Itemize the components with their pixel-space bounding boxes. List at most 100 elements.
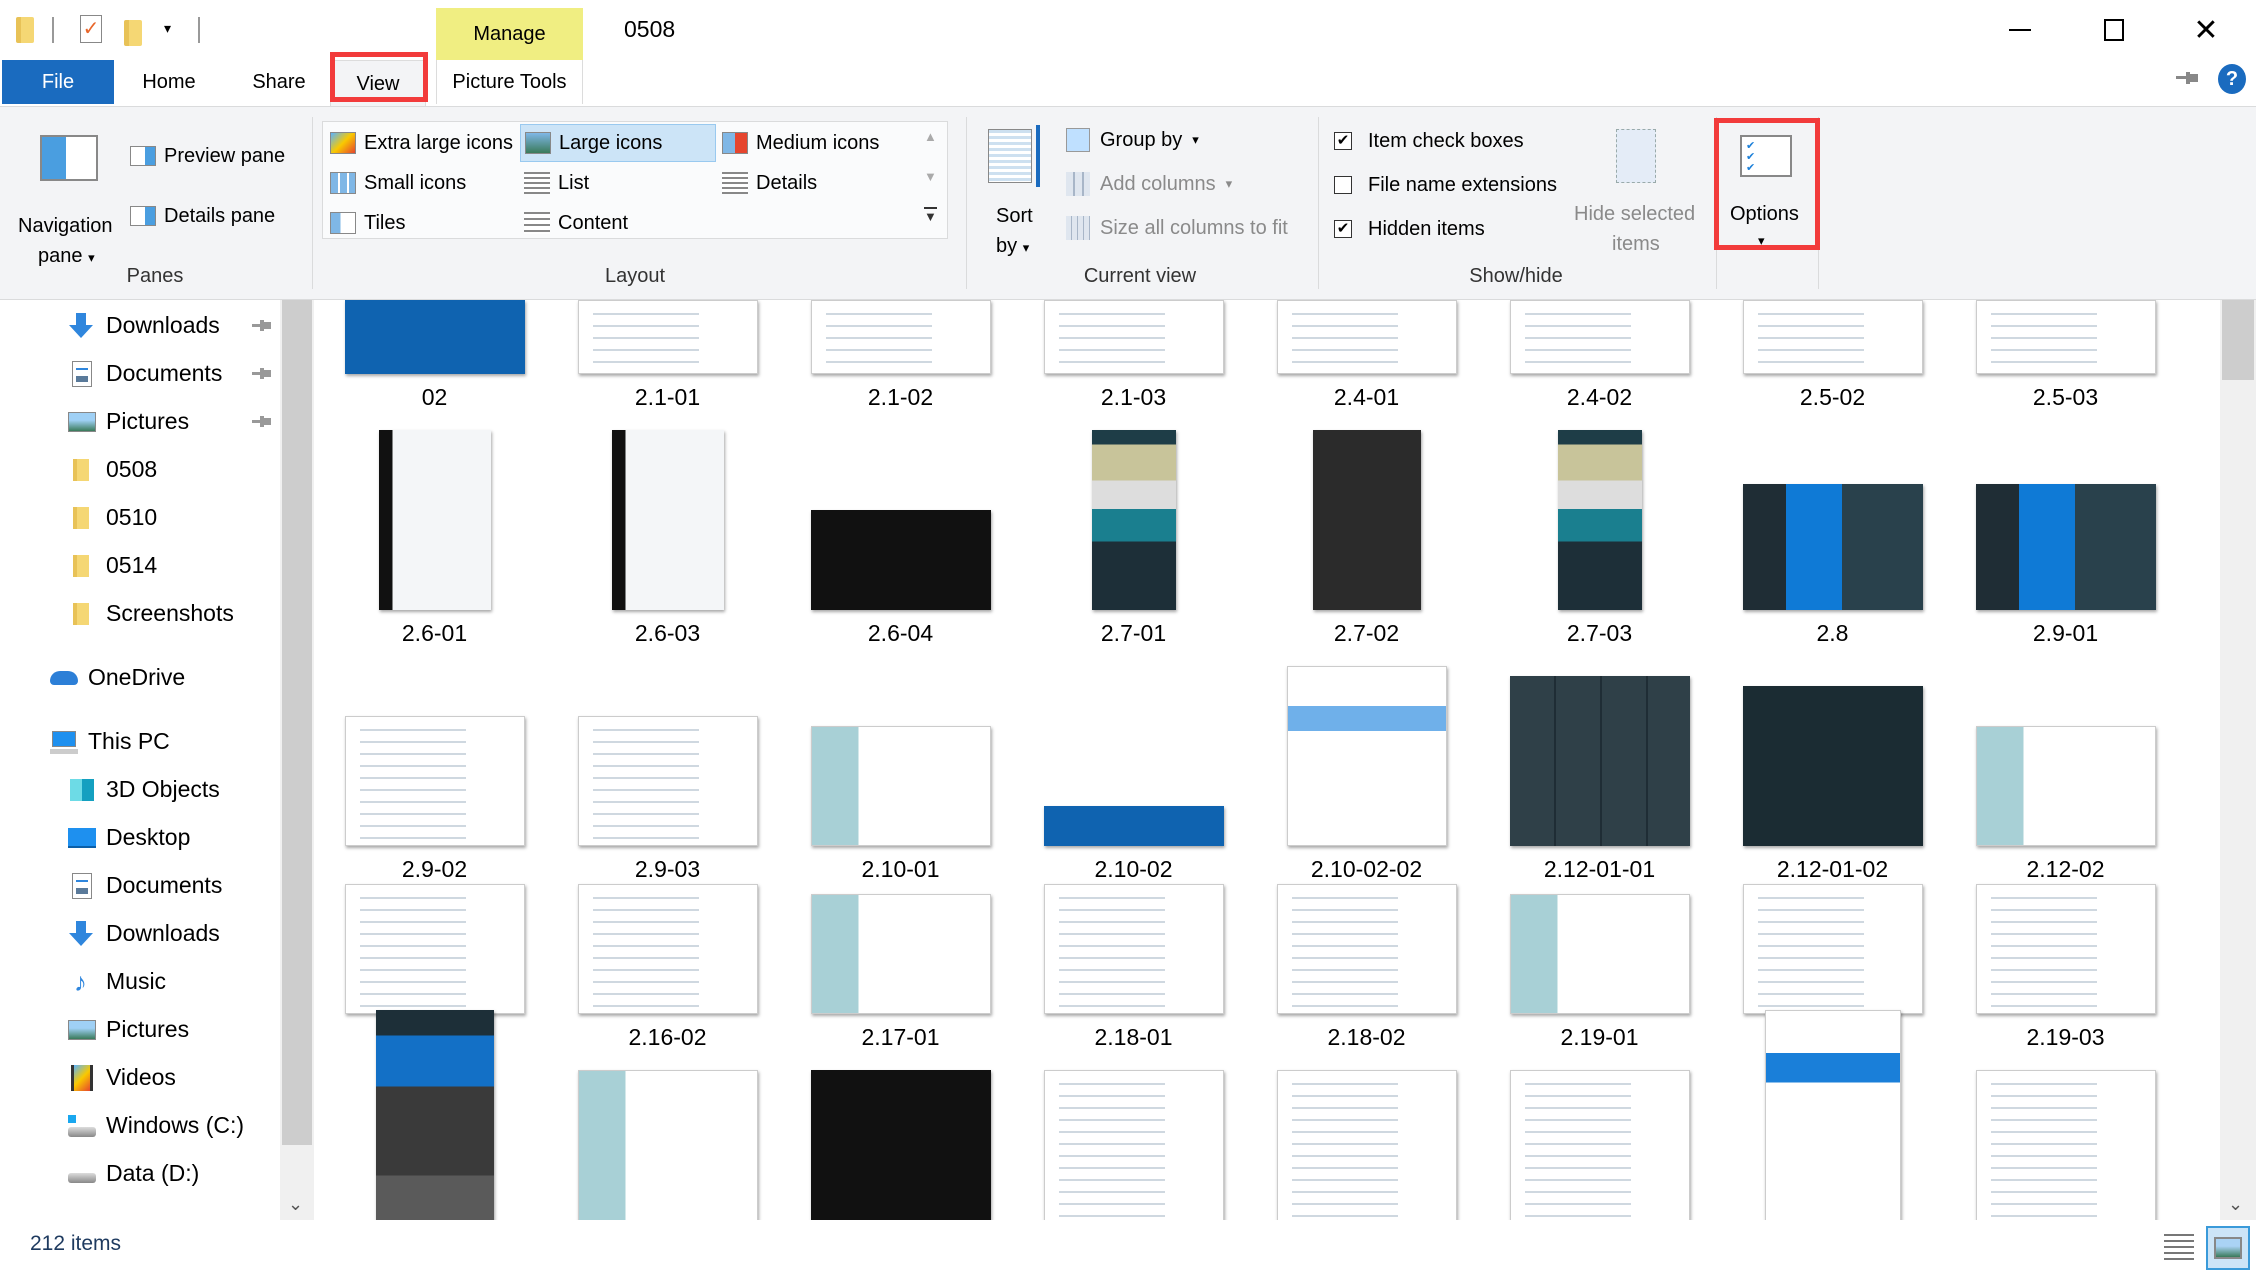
ribbon-tabs: File Home Share View Picture Tools ? (0, 60, 2256, 107)
sidebar-item-0510[interactable]: 0510 (68, 504, 157, 531)
file-name: 2.19-03 (2026, 1024, 2105, 1050)
file-explorer-window: ✓ ▾ Manage 0508 ✕ File Home Share View P… (0, 0, 2256, 1271)
sidebar-item-label: Documents (106, 872, 223, 898)
options-button[interactable]: ✔ ✔ ✔ Options ▾ (1720, 123, 1812, 263)
tab-file[interactable]: File (2, 60, 114, 104)
customize-dropdown-icon[interactable]: ▾ (164, 20, 171, 37)
hidden-items-toggle[interactable]: ✔ Hidden items (1334, 215, 1485, 243)
tab-view[interactable]: View (330, 60, 426, 107)
sidebar-item-this-pc[interactable]: This PC (50, 728, 170, 755)
sidebar-item-data-d-pc[interactable]: Data (D:) (68, 1160, 199, 1187)
pin-icon[interactable] (252, 320, 272, 332)
hidden-items-label: Hidden items (1368, 217, 1485, 240)
file-item[interactable] (1250, 300, 1483, 1220)
sidebar-item-onedrive[interactable]: OneDrive (50, 664, 185, 691)
navigation-scrollbar-thumb[interactable] (282, 300, 312, 1145)
gallery-expand[interactable]: ▼ (924, 207, 937, 224)
sidebar-item-0514[interactable]: 0514 (68, 552, 157, 579)
group-by-button[interactable]: Group by ▾ (1066, 125, 1199, 155)
pin-icon[interactable] (252, 416, 272, 428)
tab-share-label: Share (252, 70, 306, 93)
layout-small-icons[interactable]: Small icons (326, 164, 518, 202)
list-icon (524, 172, 550, 194)
close-button[interactable]: ✕ (2176, 0, 2236, 60)
layout-list[interactable]: List (520, 164, 716, 202)
file-name: 2.10-02-02 (1310, 856, 1423, 882)
sidebar-item-windows-c-pc[interactable]: Windows (C:) (68, 1112, 244, 1139)
file-name: 2.12-02 (2026, 856, 2105, 882)
chevron-down-icon: ▾ (1192, 132, 1199, 147)
new-folder-icon[interactable] (124, 20, 142, 46)
videos-icon (68, 1064, 96, 1091)
file-name-extensions-toggle[interactable]: File name extensions (1334, 171, 1557, 199)
item-count: 212 items (30, 1232, 122, 1255)
properties-check-icon[interactable]: ✓ (80, 15, 102, 43)
file-name: 2.18-02 (1327, 1024, 1406, 1050)
large-icons-icon (525, 132, 551, 154)
large-icons-view-icon (2214, 1237, 2242, 1259)
show-hide-group-label: Show/hide (1469, 265, 1563, 287)
content-scrollbar[interactable] (2220, 300, 2256, 1220)
sidebar-item-3d-objects-pc[interactable]: 3D Objects (68, 776, 220, 803)
tab-home[interactable]: Home (124, 60, 214, 104)
sidebar-item-screenshots[interactable]: Screenshots (68, 600, 234, 627)
file-item[interactable] (1017, 300, 1250, 1220)
file-item[interactable] (1949, 300, 2182, 1220)
minimize-button[interactable] (1990, 0, 2050, 60)
pin-icon[interactable] (252, 368, 272, 380)
file-item[interactable] (1483, 300, 1716, 1220)
layout-tiles[interactable]: Tiles (326, 204, 518, 242)
gallery-scroll-down[interactable]: ▼ (924, 169, 937, 184)
folder-icon[interactable] (16, 17, 34, 43)
layout-extra-large-icons[interactable]: Extra large icons (326, 124, 518, 162)
layout-details[interactable]: Details (718, 164, 918, 202)
tab-share[interactable]: Share (236, 60, 322, 104)
download-arrow-icon (68, 312, 96, 339)
file-item[interactable] (318, 300, 551, 1220)
pin-ribbon-icon[interactable] (2176, 72, 2200, 84)
file-item[interactable] (551, 300, 784, 1220)
help-button[interactable]: ? (2218, 64, 2246, 94)
item-check-boxes-toggle[interactable]: ✔ Item check boxes (1334, 127, 1524, 155)
sidebar-item-documents-pc[interactable]: Documents (68, 872, 222, 899)
preview-pane-button[interactable]: Preview pane (130, 141, 285, 171)
sort-by-button[interactable]: Sort by ▾ (984, 123, 1054, 263)
tab-picture-tools-label: Picture Tools (452, 70, 567, 93)
large-icons-view-button[interactable] (2206, 1226, 2250, 1270)
sidebar-item-downloads[interactable]: Downloads (68, 312, 220, 339)
file-item[interactable] (1716, 300, 1949, 1220)
file-item[interactable] (784, 300, 1017, 1220)
navigation-pane-button[interactable]: Navigation pane ▾ (10, 127, 130, 277)
tiles-icon (330, 212, 356, 234)
file-name: 2.18-01 (1094, 1024, 1173, 1050)
sidebar-item-pictures[interactable]: Pictures (68, 408, 189, 435)
sidebar-item-downloads-pc[interactable]: Downloads (68, 920, 220, 947)
group-by-label: Group by (1100, 128, 1183, 151)
file-thumbnail (1043, 884, 1224, 1014)
details-pane-button[interactable]: Details pane (130, 201, 275, 231)
sidebar-item-music-pc[interactable]: ♪ Music (68, 968, 166, 995)
navigation-scroll-down[interactable]: ⌄ (288, 1194, 303, 1215)
content-scroll-down[interactable]: ⌄ (2228, 1194, 2243, 1215)
gallery-scroll-up[interactable]: ▲ (924, 129, 937, 144)
pictures-icon (68, 1017, 96, 1043)
layout-medium-icons[interactable]: Medium icons (718, 124, 918, 162)
folder-icon (68, 601, 96, 627)
item-check-boxes-checkbox[interactable]: ✔ (1334, 132, 1352, 150)
hidden-items-checkbox[interactable]: ✔ (1334, 220, 1352, 238)
sidebar-item-videos-pc[interactable]: Videos (68, 1064, 176, 1091)
content-scrollbar-thumb[interactable] (2222, 300, 2254, 380)
sidebar-item-0508[interactable]: 0508 (68, 456, 157, 483)
file-thumbnail (375, 1010, 494, 1220)
window-title: 0508 (624, 16, 676, 42)
sidebar-item-pictures-pc[interactable]: Pictures (68, 1016, 189, 1043)
details-view-button[interactable] (2164, 1234, 2194, 1262)
maximize-button[interactable] (2084, 0, 2144, 60)
sidebar-item-documents[interactable]: Documents (68, 360, 222, 387)
layout-content[interactable]: Content (520, 204, 716, 242)
file-name-extensions-checkbox[interactable] (1334, 176, 1352, 194)
layout-large-icons[interactable]: Large icons (520, 124, 716, 162)
tab-picture-tools[interactable]: Picture Tools (436, 60, 583, 104)
sidebar-item-desktop-pc[interactable]: Desktop (68, 824, 190, 851)
navigation-pane-label-2: pane ▾ (38, 245, 95, 268)
